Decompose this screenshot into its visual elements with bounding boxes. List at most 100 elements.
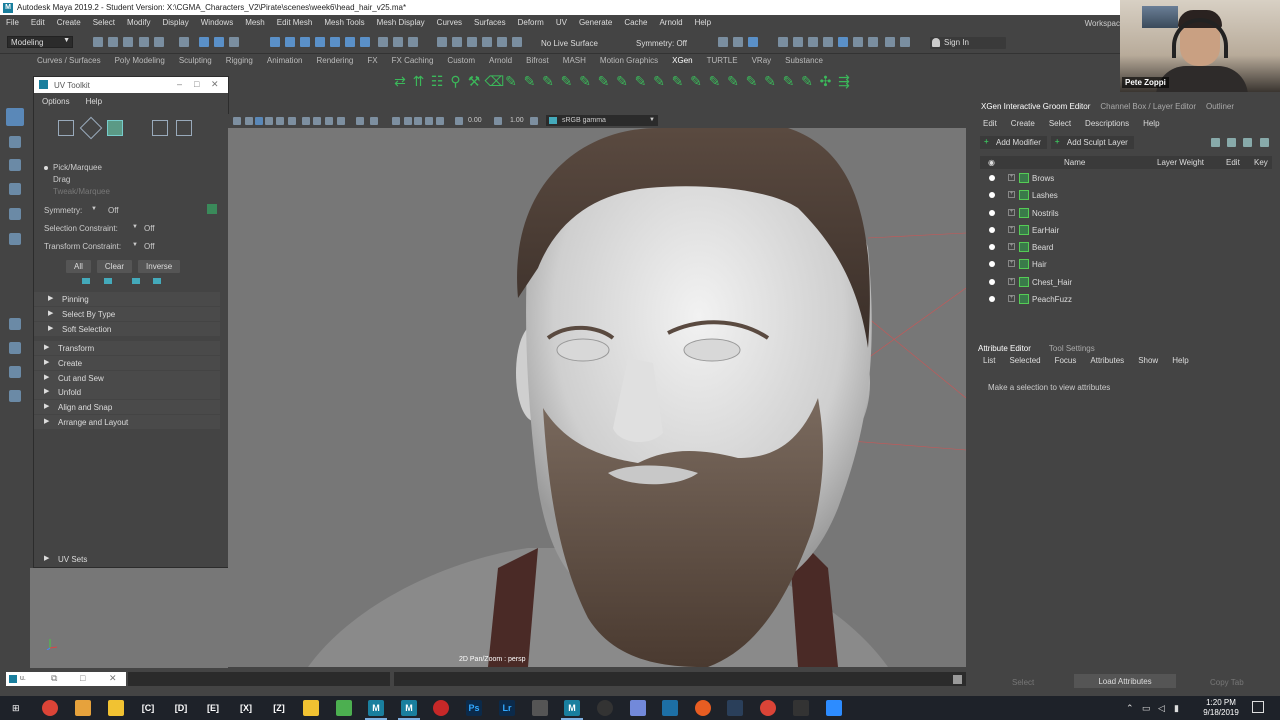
vertex-mask-icon[interactable]	[270, 37, 280, 47]
xgen-shelf-tool-icon[interactable]: ⌫	[485, 73, 505, 89]
script-editor-icon[interactable]	[953, 675, 962, 684]
shelf-tab-fx-caching[interactable]: FX Caching	[385, 56, 441, 68]
undo-icon[interactable]	[139, 37, 149, 47]
description-row[interactable]: + Beard	[980, 239, 1272, 256]
menu-options[interactable]: Options	[34, 97, 78, 109]
section-create[interactable]: ▶ Create	[34, 356, 220, 370]
menu-surfaces[interactable]: Surfaces	[468, 18, 512, 27]
gamma-icon[interactable]	[494, 117, 502, 125]
load-attributes-button[interactable]: Load Attributes	[1074, 674, 1176, 688]
surface-mask-icon[interactable]	[345, 37, 355, 47]
description-row[interactable]: + PeachFuzz	[980, 291, 1272, 308]
tool-tweak-marquee[interactable]: Tweak/Marquee	[44, 187, 110, 196]
viewport-persp[interactable]: 2D Pan/Zoom : persp	[228, 128, 966, 667]
drive-d-icon[interactable]: [D]	[173, 700, 189, 716]
xgen-shelf-tool-icon[interactable]: ✎	[744, 73, 760, 89]
outliner-layout-icon[interactable]	[9, 390, 21, 402]
menu-cache[interactable]: Cache	[618, 18, 653, 27]
maximize-icon[interactable]: □	[194, 79, 199, 89]
chrome-2-icon[interactable]	[760, 700, 776, 716]
selection-constraint-value[interactable]: Off	[144, 224, 155, 233]
safe-action-icon[interactable]	[436, 117, 444, 125]
column-key[interactable]: Key	[1254, 158, 1268, 167]
edge-mode-icon[interactable]	[79, 116, 103, 140]
lightroom-icon[interactable]: Lr	[499, 700, 515, 716]
file-explorer-icon[interactable]	[108, 700, 124, 716]
section-unfold[interactable]: ▶ Unfold	[34, 385, 220, 399]
shelf-tab-animation[interactable]: Animation	[260, 56, 310, 68]
column-name[interactable]: Name	[1064, 158, 1085, 167]
side-by-side-icon[interactable]	[9, 366, 21, 378]
light-editor-icon[interactable]	[823, 37, 833, 47]
xgen-shelf-tool-icon[interactable]: ⚲	[448, 73, 464, 89]
shelf-tab-bifrost[interactable]: Bifrost	[519, 56, 556, 68]
toggle-panel-icon[interactable]	[838, 37, 848, 47]
highlight-icon[interactable]	[408, 37, 418, 47]
description-row[interactable]: + Hair	[980, 256, 1272, 273]
section-transform[interactable]: ▶ Transform	[34, 341, 220, 355]
pencil-app-icon[interactable]	[75, 700, 91, 716]
xgen-menu-descriptions[interactable]: Descriptions	[1078, 119, 1136, 131]
import-icon[interactable]	[1211, 138, 1220, 147]
select-by-hierarchy-icon[interactable]	[199, 37, 209, 47]
grow-selection-icon[interactable]	[82, 278, 90, 284]
attr-menu-show[interactable]: Show	[1131, 356, 1165, 368]
shelf-tab-substance[interactable]: Substance	[778, 56, 830, 68]
hypershade-icon[interactable]	[793, 37, 803, 47]
select-tool-icon[interactable]	[6, 108, 24, 126]
select-button[interactable]: Select	[1012, 678, 1034, 687]
select-shell-icon[interactable]	[132, 278, 140, 284]
render-frame-icon[interactable]	[733, 37, 743, 47]
restore-icon[interactable]: ⧉	[51, 673, 57, 684]
motion-blur-icon[interactable]	[325, 117, 333, 125]
zoom-icon[interactable]	[826, 700, 842, 716]
xgen-shelf-tool-icon[interactable]: ✎	[614, 73, 630, 89]
render-setup-icon[interactable]	[808, 37, 818, 47]
view-transform-dropdown[interactable]: sRGB gamma ▼	[546, 115, 658, 126]
arnold-ipr-icon[interactable]	[868, 37, 878, 47]
shelf-tab-motion-graphics[interactable]: Motion Graphics	[593, 56, 665, 68]
new-folder-icon[interactable]	[1243, 138, 1252, 147]
face-mode-icon[interactable]	[107, 120, 123, 136]
expand-icon[interactable]: +	[1008, 191, 1015, 199]
shelf-tab-xgen[interactable]: XGen	[665, 56, 699, 68]
snap-live-icon[interactable]	[497, 37, 507, 47]
xgen-shelf-tool-icon[interactable]: ✎	[503, 73, 519, 89]
uv-shell-mode-icon[interactable]	[176, 120, 192, 136]
battery-icon[interactable]: ▮	[1174, 703, 1179, 714]
description-row[interactable]: + Brows	[980, 170, 1272, 187]
selection-mask-icon[interactable]	[179, 37, 189, 47]
visibility-dot-icon[interactable]	[989, 175, 995, 181]
tool-drag[interactable]: Drag	[44, 175, 70, 184]
workspace-label[interactable]: Workspac	[1085, 19, 1120, 28]
menu-generate[interactable]: Generate	[573, 18, 618, 27]
save-scene-icon[interactable]	[123, 37, 133, 47]
app-icon[interactable]	[662, 700, 678, 716]
attr-menu-help[interactable]: Help	[1165, 356, 1195, 368]
description-row[interactable]: + Chest_Hair	[980, 274, 1272, 291]
anti-alias-icon[interactable]	[337, 117, 345, 125]
section-align-and-snap[interactable]: ▶ Align and Snap	[34, 400, 220, 414]
expand-icon[interactable]: +	[1008, 243, 1015, 251]
menu-edit[interactable]: Edit	[25, 18, 51, 27]
xgen-menu-help[interactable]: Help	[1136, 119, 1166, 131]
select-border-icon[interactable]	[153, 278, 161, 284]
xgen-shelf-tool-icon[interactable]: ✎	[596, 73, 612, 89]
description-row[interactable]: + Lashes	[980, 187, 1272, 204]
close-icon[interactable]: ✕	[109, 673, 117, 684]
symmetry-value[interactable]: Off	[108, 206, 119, 215]
shelf-tab-rendering[interactable]: Rendering	[309, 56, 360, 68]
minimized-window[interactable]: u. ⧉ □ ✕	[6, 672, 126, 686]
ipr-render-icon[interactable]	[748, 37, 758, 47]
visibility-dot-icon[interactable]	[989, 261, 995, 268]
menu-file[interactable]: File	[0, 18, 25, 27]
rotate-tool-icon[interactable]	[9, 208, 21, 220]
textured-icon[interactable]	[265, 117, 273, 125]
render-view-icon[interactable]	[718, 37, 728, 47]
menu-select[interactable]: Select	[87, 18, 121, 27]
notification-icon[interactable]	[1252, 701, 1264, 713]
select-by-object-icon[interactable]	[229, 37, 239, 47]
menu-mesh[interactable]: Mesh	[239, 18, 271, 27]
xgen-shelf-tool-icon[interactable]: ☷	[429, 73, 445, 89]
expand-icon[interactable]: +	[1008, 208, 1015, 216]
